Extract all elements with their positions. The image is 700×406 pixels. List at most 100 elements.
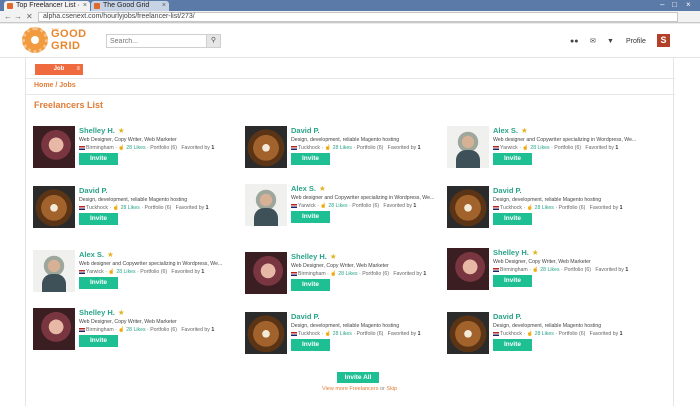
avatar[interactable] — [245, 312, 287, 354]
mail-icon[interactable]: ✉ — [590, 38, 596, 45]
freelancer-name[interactable]: Shelley H. ★ — [493, 248, 539, 257]
profile-link[interactable]: Profile — [626, 38, 646, 45]
avatar[interactable] — [33, 250, 75, 292]
portfolio-link[interactable]: Portfolio (6) — [362, 271, 389, 277]
thumbs-up-icon[interactable]: ☝ — [522, 145, 528, 151]
avatar[interactable]: S — [657, 34, 670, 47]
tab-close-icon[interactable]: × — [83, 1, 87, 11]
url-field[interactable]: alpha.csenext.com/hourlyjobs/freelancer-… — [38, 12, 678, 22]
bell-icon[interactable]: ▼ — [607, 38, 614, 45]
minimize-icon[interactable]: – — [660, 0, 664, 10]
freelancer-name[interactable]: David P. — [493, 312, 525, 321]
invite-button[interactable]: Invite — [493, 153, 532, 165]
invite-button[interactable]: Invite — [79, 277, 118, 289]
freelancer-name[interactable]: Alex S. ★ — [79, 250, 114, 259]
freelancer-name[interactable]: David P. — [291, 126, 323, 135]
avatar[interactable] — [447, 248, 489, 290]
avatar[interactable] — [245, 184, 287, 226]
likes-link[interactable]: 28 Likes — [530, 145, 549, 151]
likes-link[interactable]: 28 Likes — [116, 269, 135, 275]
likes-link[interactable]: 28 Likes — [535, 331, 554, 337]
freelancer-name[interactable]: Shelley H. ★ — [291, 252, 337, 261]
skip-link[interactable]: Skip — [386, 386, 397, 392]
name-text[interactable]: David P. — [291, 126, 320, 135]
avatar[interactable] — [245, 252, 287, 294]
thumbs-up-icon[interactable]: ☝ — [325, 145, 331, 151]
portfolio-link[interactable]: Portfolio (6) — [554, 145, 581, 151]
name-text[interactable]: Alex S. — [79, 250, 104, 259]
portfolio-link[interactable]: Portfolio (6) — [559, 331, 586, 337]
back-icon[interactable]: ← — [4, 11, 12, 23]
freelancer-name[interactable]: David P. — [493, 186, 525, 195]
stop-icon[interactable]: ✕ — [26, 11, 33, 23]
avatar[interactable] — [447, 186, 489, 228]
portfolio-link[interactable]: Portfolio (6) — [357, 145, 384, 151]
portfolio-link[interactable]: Portfolio (6) — [564, 267, 591, 273]
invite-button[interactable]: Invite — [493, 213, 532, 225]
avatar[interactable] — [33, 126, 75, 168]
search-button[interactable]: ⚲ — [206, 35, 220, 47]
users-icon[interactable]: ●● — [570, 38, 578, 45]
view-more-link[interactable]: View more Freelancers — [322, 386, 378, 392]
freelancer-name[interactable]: Alex S. ★ — [291, 184, 326, 193]
name-text[interactable]: David P. — [493, 186, 522, 195]
name-text[interactable]: David P. — [79, 186, 108, 195]
portfolio-link[interactable]: Portfolio (6) — [357, 331, 384, 337]
likes-link[interactable]: 28 Likes — [540, 267, 559, 273]
name-text[interactable]: David P. — [291, 312, 320, 321]
search-input[interactable] — [110, 36, 205, 47]
likes-link[interactable]: 28 Likes — [333, 145, 352, 151]
logo[interactable]: THE GOOD GRID — [22, 27, 98, 55]
invite-button[interactable]: Invite — [79, 213, 118, 225]
likes-link[interactable]: 28 Likes — [328, 203, 347, 209]
name-text[interactable]: Shelley H. — [79, 126, 115, 135]
thumbs-up-icon[interactable]: ☝ — [532, 267, 538, 273]
portfolio-link[interactable]: Portfolio (6) — [559, 205, 586, 211]
job-menu-button[interactable]: Job ≡ — [35, 64, 83, 75]
tab-good-grid[interactable]: The Good Grid × — [91, 1, 169, 11]
name-text[interactable]: Shelley H. — [79, 308, 115, 317]
tab-close-icon[interactable]: × — [162, 1, 166, 11]
name-text[interactable]: David P. — [493, 312, 522, 321]
portfolio-link[interactable]: Portfolio (6) — [150, 327, 177, 333]
window-close-icon[interactable]: × — [686, 0, 691, 10]
name-text[interactable]: Alex S. — [291, 184, 316, 193]
thumbs-up-icon[interactable]: ☝ — [527, 205, 533, 211]
maximize-icon[interactable]: □ — [672, 0, 677, 10]
likes-link[interactable]: 28 Likes — [338, 271, 357, 277]
avatar[interactable] — [447, 126, 489, 168]
thumbs-up-icon[interactable]: ☝ — [527, 331, 533, 337]
thumbs-up-icon[interactable]: ☝ — [108, 269, 114, 275]
likes-link[interactable]: 28 Likes — [126, 327, 145, 333]
thumbs-up-icon[interactable]: ☝ — [118, 327, 124, 333]
invite-button[interactable]: Invite — [79, 335, 118, 347]
likes-link[interactable]: 28 Likes — [126, 145, 145, 151]
invite-button[interactable]: Invite — [291, 211, 330, 223]
likes-link[interactable]: 28 Likes — [333, 331, 352, 337]
likes-link[interactable]: 28 Likes — [121, 205, 140, 211]
invite-all-button[interactable]: Invite All — [337, 372, 379, 383]
portfolio-link[interactable]: Portfolio (6) — [145, 205, 172, 211]
thumbs-up-icon[interactable]: ☝ — [325, 331, 331, 337]
portfolio-link[interactable]: Portfolio (6) — [140, 269, 167, 275]
likes-link[interactable]: 28 Likes — [535, 205, 554, 211]
invite-button[interactable]: Invite — [493, 275, 532, 287]
portfolio-link[interactable]: Portfolio (6) — [352, 203, 379, 209]
freelancer-name[interactable]: Shelley H. ★ — [79, 126, 125, 135]
breadcrumb[interactable]: Home / Jobs — [34, 82, 76, 89]
name-text[interactable]: Shelley H. — [493, 248, 529, 257]
thumbs-up-icon[interactable]: ☝ — [118, 145, 124, 151]
invite-button[interactable]: Invite — [291, 153, 330, 165]
freelancer-name[interactable]: David P. — [291, 312, 323, 321]
avatar[interactable] — [33, 186, 75, 228]
freelancer-name[interactable]: Alex S. ★ — [493, 126, 528, 135]
tab-freelancer-list[interactable]: Top Freelancer List · × — [4, 1, 90, 11]
avatar[interactable] — [245, 126, 287, 168]
invite-button[interactable]: Invite — [291, 339, 330, 351]
avatar[interactable] — [33, 308, 75, 350]
invite-button[interactable]: Invite — [493, 339, 532, 351]
name-text[interactable]: Shelley H. — [291, 252, 327, 261]
thumbs-up-icon[interactable]: ☝ — [330, 271, 336, 277]
invite-button[interactable]: Invite — [79, 153, 118, 165]
thumbs-up-icon[interactable]: ☝ — [113, 205, 119, 211]
